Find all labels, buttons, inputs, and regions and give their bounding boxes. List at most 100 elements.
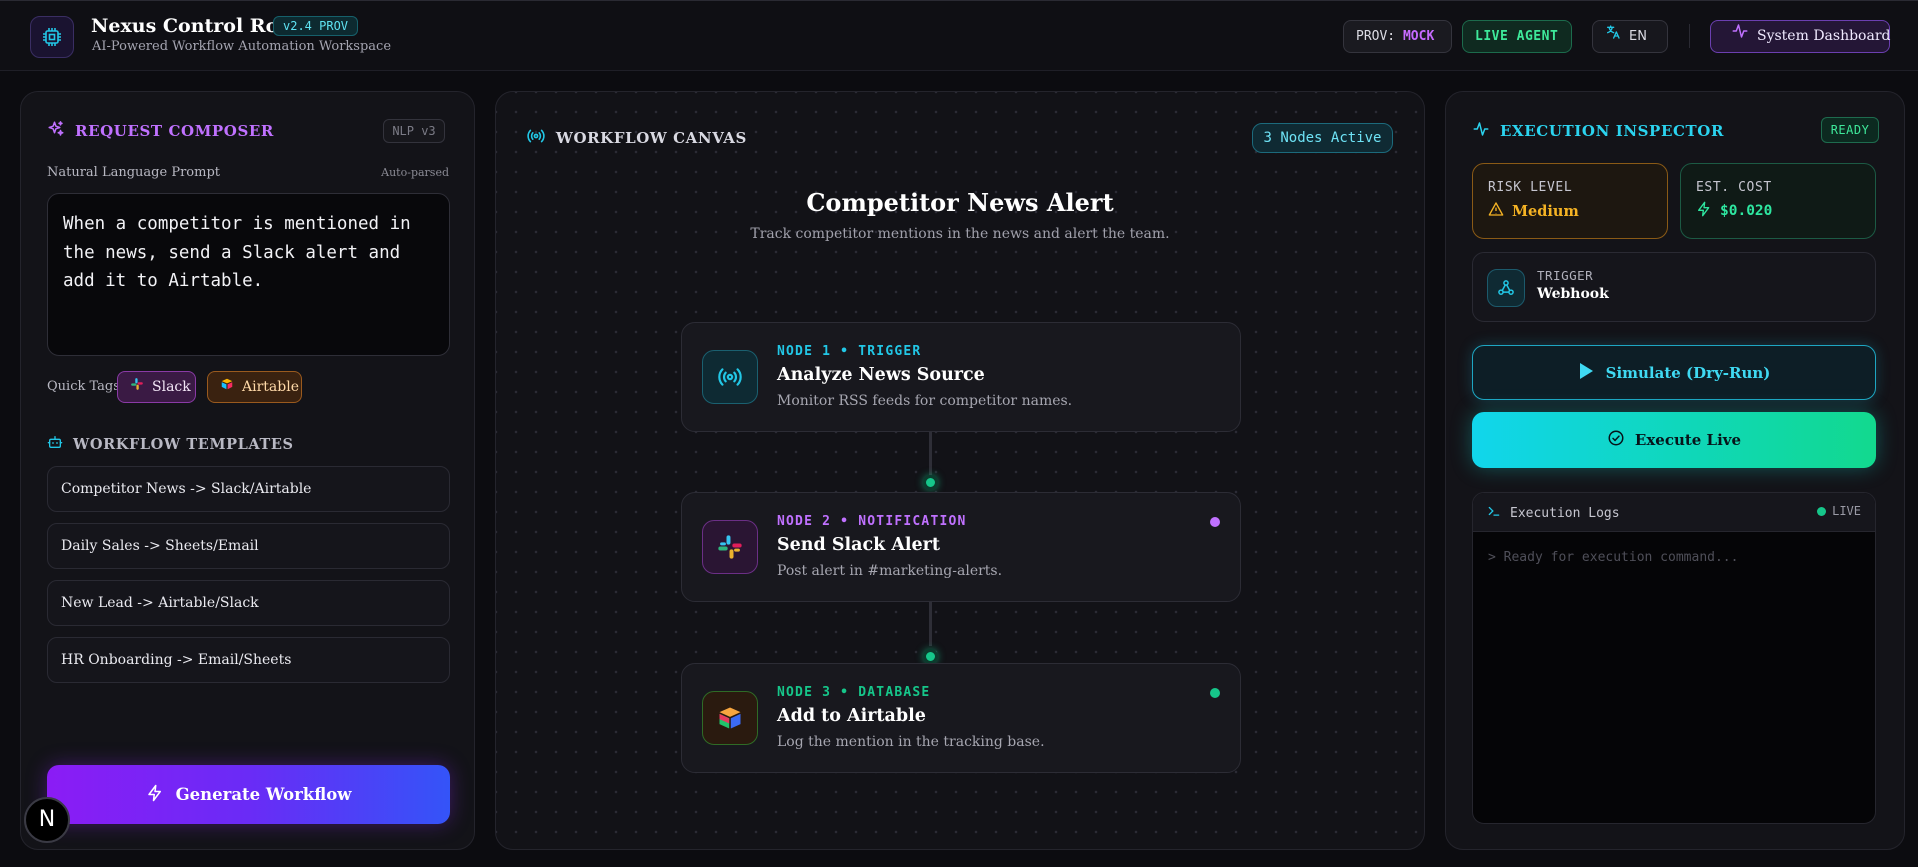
lightning-icon <box>146 784 164 806</box>
risk-level-card: RISK LEVEL Medium <box>1472 163 1668 239</box>
node-connector <box>929 431 932 476</box>
node-description: Post alert in #marketing-alerts. <box>777 563 1003 579</box>
request-composer-header: REQUEST COMPOSER <box>47 120 274 142</box>
execute-live-label: Execute Live <box>1634 431 1742 449</box>
robot-icon <box>47 434 63 454</box>
version-badge: v2.4 PROV <box>273 16 359 36</box>
connector-dot <box>923 475 938 490</box>
check-circle-icon <box>1607 429 1625 451</box>
live-agent-badge[interactable]: LIVE AGENT <box>1462 20 1572 53</box>
top-bar: Nexus Control Room v2.4 PROV AI-Powered … <box>0 0 1918 71</box>
provider-prefix: PROV: <box>1356 29 1396 44</box>
workflow-templates-title: WORKFLOW TEMPLATES <box>73 435 294 453</box>
workflow-description: Track competitor mentions in the news an… <box>750 226 1170 242</box>
node-kicker: NODE 3 • DATABASE <box>777 685 931 700</box>
execution-inspector-panel: EXECUTION INSPECTOR READY RISK LEVEL Med… <box>1445 91 1905 850</box>
risk-level-label: RISK LEVEL <box>1488 180 1573 195</box>
lightning-icon <box>1696 201 1712 221</box>
node-name: Send Slack Alert <box>777 535 940 555</box>
broadcast-icon <box>702 350 758 404</box>
risk-level-value: Medium <box>1512 202 1579 220</box>
workflow-node-notification[interactable]: NODE 2 • NOTIFICATION Send Slack Alert P… <box>681 492 1241 602</box>
execution-inspector-title: EXECUTION INSPECTOR <box>1500 122 1725 140</box>
template-item[interactable]: HR Onboarding -> Email/Sheets <box>47 637 450 683</box>
node-connector <box>929 601 932 646</box>
execution-logs-console[interactable]: Execution Logs LIVE > Ready for executio… <box>1472 492 1876 824</box>
header-divider <box>1689 24 1690 48</box>
quick-tag-label: Slack <box>152 379 191 395</box>
slack-icon <box>130 372 144 402</box>
node-status-dot <box>1210 517 1220 527</box>
airtable-icon <box>220 372 234 402</box>
node-status-dot <box>1210 688 1220 698</box>
generate-workflow-button[interactable]: Generate Workflow <box>47 765 450 824</box>
est-cost-card: EST. COST $0.020 <box>1680 163 1876 239</box>
request-composer-title: REQUEST COMPOSER <box>75 122 274 140</box>
language-label: EN <box>1629 29 1647 44</box>
logs-header: Execution Logs LIVE <box>1473 493 1875 532</box>
workflow-node-database[interactable]: NODE 3 • DATABASE Add to Airtable Log th… <box>681 663 1241 773</box>
quick-tag-airtable[interactable]: Airtable <box>207 371 302 403</box>
nodes-active-badge: 3 Nodes Active <box>1252 123 1393 153</box>
sparkles-icon <box>47 120 65 142</box>
node-kicker: NODE 1 • TRIGGER <box>777 344 922 359</box>
node-name: Analyze News Source <box>777 365 985 385</box>
quick-tag-slack[interactable]: Slack <box>117 371 196 403</box>
system-dashboard-label: System Dashboard <box>1757 28 1891 44</box>
node-description: Monitor RSS feeds for competitor names. <box>777 393 1073 409</box>
workflow-templates-header: WORKFLOW TEMPLATES <box>47 434 294 454</box>
warning-icon <box>1488 201 1504 221</box>
execution-inspector-header: EXECUTION INSPECTOR <box>1472 120 1724 142</box>
logs-title-row: Execution Logs <box>1487 504 1620 522</box>
terminal-icon <box>1487 504 1501 522</box>
node-description: Log the mention in the tracking base. <box>777 734 1045 750</box>
simulate-dry-run-button[interactable]: Simulate (Dry-Run) <box>1472 345 1876 400</box>
live-dot <box>1817 506 1827 516</box>
provider-mode-toggle[interactable]: PROV: MOCK <box>1343 20 1452 53</box>
webhook-icon <box>1487 269 1525 307</box>
workflow-canvas-title: WORKFLOW CANVAS <box>556 129 747 147</box>
chip-logo-icon <box>30 16 74 58</box>
prompt-label: Natural Language Prompt <box>47 165 220 180</box>
airtable-icon <box>702 691 758 745</box>
log-line: > Ready for execution command... <box>1488 550 1739 565</box>
provider-value: MOCK <box>1402 29 1435 44</box>
nlp-version-badge: NLP v3 <box>383 119 445 143</box>
slack-icon <box>702 520 758 574</box>
est-cost-value: $0.020 <box>1720 203 1773 219</box>
est-cost-label: EST. COST <box>1696 180 1772 195</box>
system-dashboard-button[interactable]: System Dashboard <box>1710 20 1891 53</box>
request-composer-panel: REQUEST COMPOSER NLP v3 Natural Language… <box>20 91 475 850</box>
est-cost-value-row: $0.020 <box>1696 201 1860 221</box>
workflow-node-trigger[interactable]: NODE 1 • TRIGGER Analyze News Source Mon… <box>681 322 1241 432</box>
simulate-label: Simulate (Dry-Run) <box>1605 363 1771 382</box>
template-item[interactable]: New Lead -> Airtable/Slack <box>47 580 450 626</box>
generate-workflow-label: Generate Workflow <box>175 785 352 804</box>
broadcast-icon <box>526 128 546 148</box>
auto-parsed-label: Auto-parsed <box>381 166 449 179</box>
logs-live-indicator: LIVE <box>1817 504 1861 518</box>
play-icon <box>1578 362 1594 384</box>
template-item[interactable]: Daily Sales -> Sheets/Email <box>47 523 450 569</box>
status-badge: READY <box>1821 117 1879 143</box>
quick-tag-label: Airtable <box>242 379 299 395</box>
node-kicker: NODE 2 • NOTIFICATION <box>777 514 967 529</box>
prompt-textarea[interactable]: When a competitor is mentioned in the ne… <box>47 193 450 356</box>
logs-title: Execution Logs <box>1510 505 1620 521</box>
logs-live-label: LIVE <box>1832 504 1861 518</box>
node-name: Add to Airtable <box>777 706 926 726</box>
workflow-canvas-panel: WORKFLOW CANVAS 3 Nodes Active Competito… <box>495 91 1425 850</box>
activity-icon <box>1472 120 1490 142</box>
trigger-card: TRIGGER Webhook <box>1472 252 1876 322</box>
trigger-label: TRIGGER <box>1537 268 1594 283</box>
app-subtitle: AI-Powered Workflow Automation Workspace <box>92 39 392 54</box>
execute-live-button[interactable]: Execute Live <box>1472 412 1876 468</box>
activity-icon <box>1731 21 1749 52</box>
n-logo-badge[interactable]: N <box>24 797 70 843</box>
language-switcher[interactable]: EN <box>1592 20 1668 53</box>
workflow-title: Competitor News Alert <box>806 188 1114 217</box>
quick-tags-label: Quick Tags: <box>47 379 125 394</box>
risk-level-value-row: Medium <box>1488 201 1652 221</box>
template-item[interactable]: Competitor News -> Slack/Airtable <box>47 466 450 512</box>
connector-dot <box>923 649 938 664</box>
